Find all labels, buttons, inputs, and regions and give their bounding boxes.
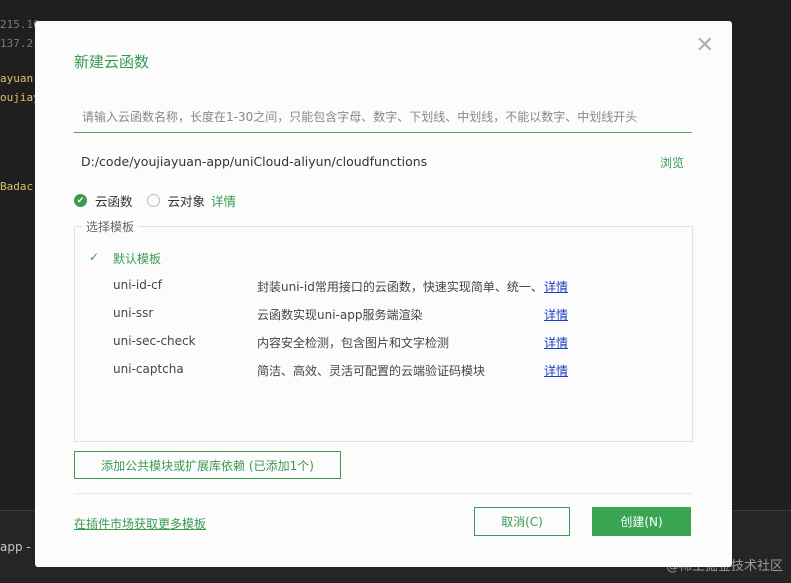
type-detail-link[interactable]: 详情 <box>211 191 236 210</box>
template-name: 默认模板 <box>113 252 162 266</box>
template-row[interactable]: uni-ssr 云函数实现uni-app服务端渲染 详情 <box>89 306 689 326</box>
template-detail-link[interactable]: 详情 <box>544 306 568 323</box>
template-description: 简洁、高效、灵活可配置的云端验证码模块 <box>257 364 486 378</box>
browse-link[interactable]: 浏览 <box>660 154 684 171</box>
dialog-title: 新建云函数 <box>74 53 150 71</box>
template-name: uni-id-cf <box>113 278 162 292</box>
template-detail-link[interactable]: 详情 <box>544 278 568 295</box>
template-description: 封装uni-id常用接口的云函数，快速实现简单、统一、 <box>257 280 543 294</box>
template-row[interactable]: uni-captcha 简洁、高效、灵活可配置的云端验证码模块 详情 <box>89 362 689 382</box>
terminal-label: app - <box>0 540 31 554</box>
plugin-market-link[interactable]: 在插件市场获取更多模板 <box>74 515 206 532</box>
template-row[interactable]: ✓ 默认模板 <box>89 250 689 270</box>
template-detail-link[interactable]: 详情 <box>544 362 568 379</box>
create-button[interactable]: 创建(N) <box>592 507 691 536</box>
code-line: Badac <box>0 180 34 193</box>
template-name: uni-sec-check <box>113 334 196 348</box>
template-name: uni-ssr <box>113 306 154 320</box>
radio-checked-icon[interactable]: ✔ <box>74 194 87 207</box>
template-section-label: 选择模板 <box>82 218 139 235</box>
code-line: 215.10 <box>0 18 40 31</box>
type-radio-group: ✔ 云函数 云对象 详情 <box>74 191 236 210</box>
function-name-input[interactable] <box>74 101 692 133</box>
template-detail-link[interactable]: 详情 <box>544 334 568 351</box>
close-icon[interactable]: ✕ <box>696 35 714 57</box>
radio-unchecked-icon[interactable] <box>146 194 160 207</box>
function-path: D:/code/youjiayuan-app/uniCloud-aliyun/c… <box>81 154 428 169</box>
code-line: oujiay <box>0 91 40 104</box>
new-cloud-function-dialog: ✕ 新建云函数 D:/code/youjiayuan-app/uniCloud-… <box>35 21 732 567</box>
template-row[interactable]: uni-id-cf 封装uni-id常用接口的云函数，快速实现简单、统一、 详情 <box>89 278 689 298</box>
code-line: ayuan <box>0 72 34 85</box>
template-row[interactable]: uni-sec-check 内容安全检测，包含图片和文字检测 详情 <box>89 334 689 354</box>
template-description: 内容安全检测，包含图片和文字检测 <box>257 336 450 350</box>
radio-cloud-function-label[interactable]: 云函数 <box>95 191 133 210</box>
template-name: uni-captcha <box>113 362 184 376</box>
add-module-button[interactable]: 添加公共模块或扩展库依赖 (已添加1个) <box>74 451 341 479</box>
checkmark-icon: ✓ <box>89 250 100 264</box>
radio-cloud-object-label[interactable]: 云对象 <box>168 191 206 210</box>
template-description: 云函数实现uni-app服务端渲染 <box>257 308 423 322</box>
cancel-button[interactable]: 取消(C) <box>474 507 570 536</box>
divider <box>74 493 692 494</box>
code-line: 137.21 <box>0 37 40 50</box>
